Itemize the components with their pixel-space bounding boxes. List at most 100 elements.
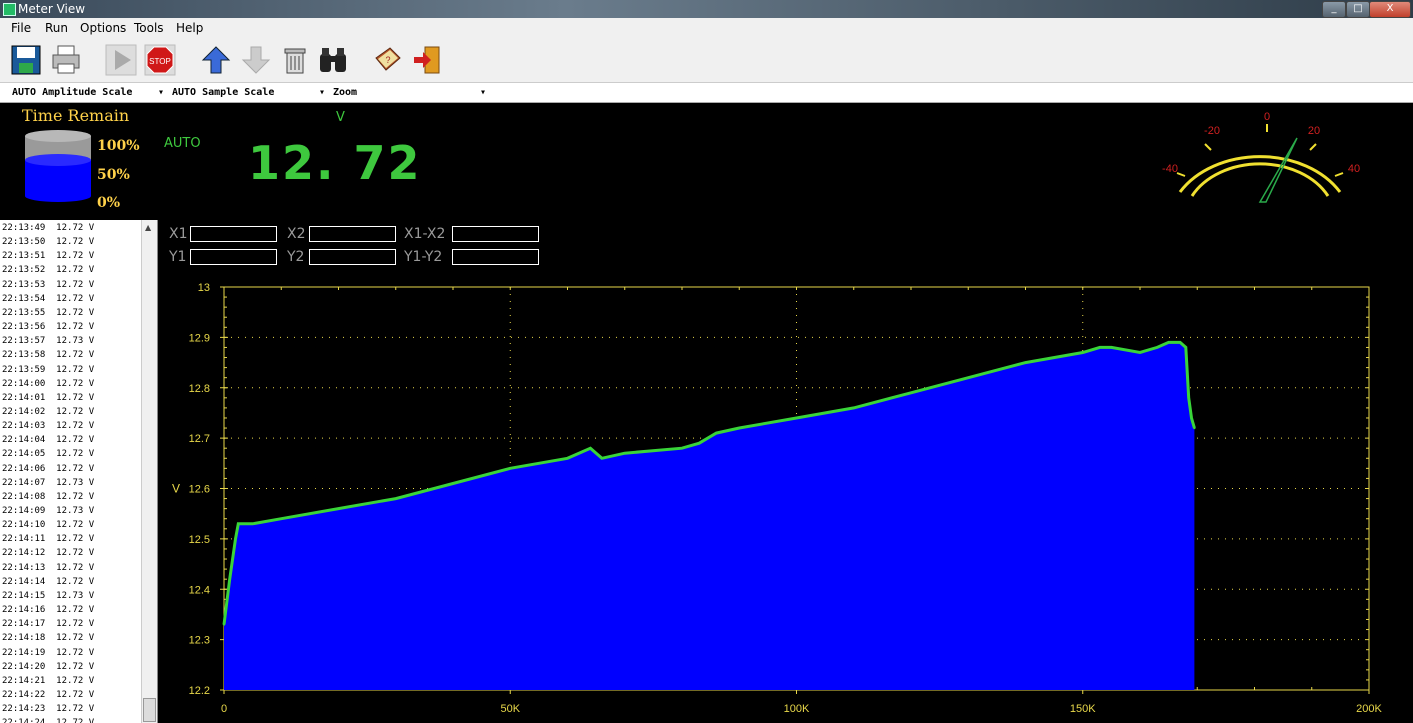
data-point	[566, 457, 569, 460]
log-entry[interactable]: 22:14:20 12.72 V	[2, 662, 94, 673]
data-point	[909, 391, 913, 394]
help-book-icon[interactable]: ?	[372, 44, 404, 76]
minimize-button[interactable]: _	[1322, 1, 1346, 18]
log-entry[interactable]: 22:14:06 12.72 V	[2, 464, 94, 475]
analog-gauge: -40 -20 0 20 40	[1162, 111, 1360, 203]
log-entry[interactable]: 22:14:24 12.72 V	[2, 718, 94, 723]
log-entry[interactable]: 22:14:23 12.72 V	[2, 704, 94, 715]
log-entry[interactable]: 22:13:57 12.73 V	[2, 336, 94, 347]
log-entry[interactable]: 22:14:17 12.72 V	[2, 619, 94, 630]
stop-text: STOP	[149, 57, 171, 66]
y1-field[interactable]	[190, 249, 277, 265]
log-entry[interactable]: 22:14:15 12.73 V	[2, 591, 94, 602]
y-tick-label: 12.9	[189, 332, 210, 344]
close-button[interactable]: X	[1369, 1, 1411, 18]
chevron-down-icon[interactable]: ▾	[319, 86, 325, 99]
chevron-down-icon[interactable]: ▾	[158, 86, 164, 99]
log-entry[interactable]: 22:13:55 12.72 V	[2, 308, 94, 319]
menu-bar: File Run Options Tools Help	[0, 18, 1413, 38]
log-entry[interactable]: 22:14:05 12.72 V	[2, 449, 94, 460]
log-entry[interactable]: 22:13:54 12.72 V	[2, 294, 94, 305]
x-diff-field[interactable]	[452, 226, 539, 242]
log-entry[interactable]: 22:13:58 12.72 V	[2, 350, 94, 361]
y-tick-label: 12.2	[189, 685, 210, 697]
log-entry[interactable]: 22:14:22 12.72 V	[2, 690, 94, 701]
data-point	[222, 623, 226, 626]
maximize-button[interactable]: □	[1346, 1, 1370, 18]
amplitude-scale-combo[interactable]: AUTO Amplitude Scale	[12, 86, 132, 99]
menu-run[interactable]: Run	[45, 21, 68, 35]
scroll-down-icon[interactable]	[240, 44, 272, 76]
log-entry[interactable]: 22:14:18 12.72 V	[2, 633, 94, 644]
log-entry[interactable]: 22:14:07 12.73 V	[2, 478, 94, 489]
log-entry[interactable]: 22:14:08 12.72 V	[2, 492, 94, 503]
y-tick-label: 12.7	[189, 433, 210, 445]
time-remain-100-label: 100%	[97, 138, 140, 154]
play-icon[interactable]	[105, 44, 137, 76]
data-point	[1098, 346, 1102, 349]
y-diff-field[interactable]	[452, 249, 539, 265]
x-tick-label: 100K	[784, 703, 810, 715]
data-point	[1190, 416, 1193, 420]
save-icon[interactable]	[10, 44, 42, 76]
log-entry[interactable]: 22:14:13 12.72 V	[2, 563, 94, 574]
y2-field[interactable]	[309, 249, 396, 265]
binoculars-icon[interactable]	[317, 44, 349, 76]
sample-scale-combo[interactable]: AUTO Sample Scale	[172, 86, 274, 99]
time-remain-label: Time Remain	[22, 106, 130, 125]
log-entry[interactable]: 22:13:51 12.72 V	[2, 251, 94, 262]
log-entry[interactable]: 22:13:59 12.72 V	[2, 365, 94, 376]
x2-label: X2	[287, 226, 306, 242]
menu-tools[interactable]: Tools	[134, 21, 164, 35]
data-point	[680, 447, 684, 450]
log-entry[interactable]: 22:14:09 12.73 V	[2, 506, 94, 517]
x1-field[interactable]	[190, 226, 277, 242]
voltage-chart[interactable]: 13 12.9 12.8 12.7 12.6 12.5 12.4 12.3 12.2 0 50K 10…	[160, 278, 1413, 723]
log-entry[interactable]: 22:13:56 12.72 V	[2, 322, 94, 333]
voltage-reading: 12. 72	[248, 136, 422, 190]
log-entry[interactable]: 22:14:03 12.72 V	[2, 421, 94, 432]
x-tick-label: 200K	[1356, 703, 1382, 715]
log-entry[interactable]: 22:14:16 12.72 V	[2, 605, 94, 616]
gauge-tick-label: -40	[1162, 163, 1178, 175]
log-entry[interactable]: 22:14:21 12.72 V	[2, 676, 94, 687]
log-entry[interactable]: 22:14:12 12.72 V	[2, 548, 94, 559]
menu-file[interactable]: File	[11, 21, 31, 35]
log-scrollbar[interactable]: ▲	[141, 220, 157, 723]
reading-log-list[interactable]: 22:13:49 12.72 V 22:13:50 12.72 V 22:13:51…	[0, 220, 158, 723]
log-entry[interactable]: 22:14:10 12.72 V	[2, 520, 94, 531]
data-point	[715, 431, 718, 435]
data-point	[251, 522, 254, 525]
zoom-combo[interactable]: Zoom	[333, 86, 357, 99]
stop-icon[interactable]: STOP	[144, 44, 176, 76]
data-point	[600, 457, 604, 460]
log-entry[interactable]: 22:14:14 12.72 V	[2, 577, 94, 588]
x-tick-label: 150K	[1070, 703, 1096, 715]
log-entry[interactable]: 22:14:11 12.72 V	[2, 534, 94, 545]
log-entry[interactable]: 22:14:00 12.72 V	[2, 379, 94, 390]
y-tick-label: 12.6	[189, 484, 210, 496]
print-icon[interactable]	[50, 44, 82, 76]
data-point	[623, 452, 626, 455]
log-entry[interactable]: 22:14:04 12.72 V	[2, 435, 94, 446]
window-title: Meter View	[18, 2, 86, 16]
scroll-up-icon[interactable]	[200, 44, 232, 76]
menu-help[interactable]: Help	[176, 21, 203, 35]
log-entry[interactable]: 22:14:19 12.72 V	[2, 648, 94, 659]
x-diff-label: X1-X2	[404, 226, 446, 242]
trash-icon[interactable]	[279, 44, 311, 76]
log-entry[interactable]: 22:14:02 12.72 V	[2, 407, 94, 418]
log-entry[interactable]: 22:13:53 12.72 V	[2, 280, 94, 291]
chevron-down-icon[interactable]: ▾	[480, 86, 486, 99]
data-point	[394, 497, 397, 500]
log-entry[interactable]: 22:14:01 12.72 V	[2, 393, 94, 404]
x2-field[interactable]	[309, 226, 396, 242]
menu-options[interactable]: Options	[80, 21, 126, 35]
scroll-up-arrow-icon[interactable]: ▲	[145, 223, 151, 232]
y-tick-label: 12.5	[189, 534, 210, 546]
exit-icon[interactable]	[411, 44, 443, 76]
log-entry[interactable]: 22:13:49 12.72 V	[2, 223, 94, 234]
log-entry[interactable]: 22:13:50 12.72 V	[2, 237, 94, 248]
log-entry[interactable]: 22:13:52 12.72 V	[2, 265, 94, 276]
scrollbar-thumb[interactable]	[143, 698, 156, 722]
